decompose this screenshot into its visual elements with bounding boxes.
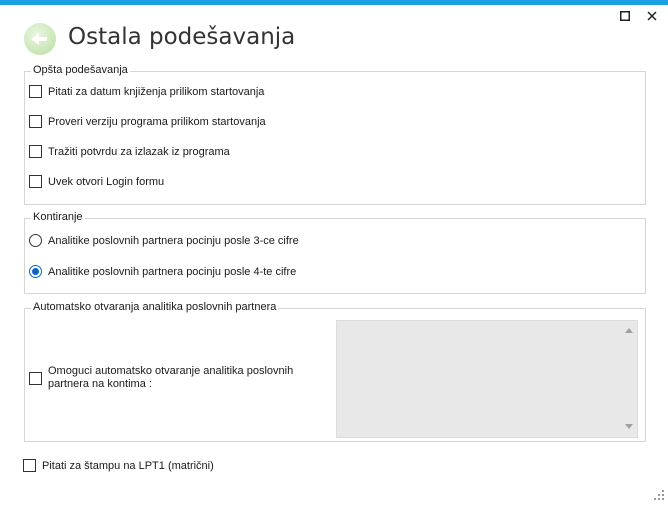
radio-option-3rd-digit[interactable]: Analitike poslovnih partnera pocinju pos…	[29, 234, 299, 248]
check-version-checkbox[interactable]	[29, 115, 42, 128]
auto-open-legend: Automatsko otvaranja analitika poslovnih…	[31, 301, 279, 313]
auto-open-option[interactable]: Omoguci automatsko otvaranje analitika p…	[29, 365, 293, 391]
always-open-login-label: Uvek otvori Login formu	[48, 176, 165, 188]
auto-open-label-line1: Omoguci automatsko otvaranje analitika p…	[48, 365, 294, 377]
kontiranje-legend: Kontiranje	[31, 211, 85, 223]
confirm-exit-label: Tražiti potvrdu za izlazak iz programa	[48, 146, 230, 158]
maximize-icon	[620, 11, 630, 21]
confirm-exit-option[interactable]: Tražiti potvrdu za izlazak iz programa	[29, 145, 230, 159]
page-title: Ostala podešavanja	[68, 24, 296, 50]
ask-posting-date-checkbox[interactable]	[29, 85, 42, 98]
ask-posting-date-option[interactable]: Pitati za datum knjiženja prilikom start…	[29, 85, 264, 99]
radio-4th-digit-label: Analitike poslovnih partnera pocinju pos…	[48, 266, 297, 278]
check-version-option[interactable]: Proveri verziju programa prilikom starto…	[29, 115, 266, 129]
close-button[interactable]	[643, 8, 661, 24]
check-version-label: Proveri verziju programa prilikom starto…	[48, 116, 266, 128]
always-open-login-option[interactable]: Uvek otvori Login formu	[29, 175, 164, 189]
maximize-button[interactable]	[616, 8, 634, 24]
accounts-list[interactable]	[336, 320, 638, 438]
radio-option-4th-digit[interactable]: Analitike poslovnih partnera pocinju pos…	[29, 265, 296, 279]
scroll-down-icon[interactable]	[625, 424, 633, 429]
window-accent-bar	[0, 0, 668, 5]
auto-open-checkbox[interactable]	[29, 372, 42, 385]
lpt1-print-checkbox[interactable]	[23, 459, 36, 472]
radio-3rd-digit-label: Analitike poslovnih partnera pocinju pos…	[48, 235, 299, 247]
radio-4th-digit[interactable]	[29, 265, 42, 278]
always-open-login-checkbox[interactable]	[29, 175, 42, 188]
general-settings-legend: Opšta podešavanja	[31, 64, 130, 76]
kontiranje-group: Kontiranje	[24, 211, 646, 294]
auto-open-label-line2: partnera na kontima :	[48, 378, 152, 390]
resize-grip-icon[interactable]	[654, 490, 664, 500]
lpt1-print-option[interactable]: Pitati za štampu na LPT1 (matrični)	[23, 459, 214, 473]
auto-open-label: Omoguci automatsko otvaranje analitika p…	[48, 365, 293, 391]
ask-posting-date-label: Pitati za datum knjiženja prilikom start…	[48, 86, 265, 98]
close-icon	[647, 11, 657, 21]
radio-3rd-digit[interactable]	[29, 234, 42, 247]
scroll-up-icon[interactable]	[625, 328, 633, 333]
back-button[interactable]	[24, 23, 56, 55]
confirm-exit-checkbox[interactable]	[29, 145, 42, 158]
lpt1-print-label: Pitati za štampu na LPT1 (matrični)	[42, 460, 214, 472]
